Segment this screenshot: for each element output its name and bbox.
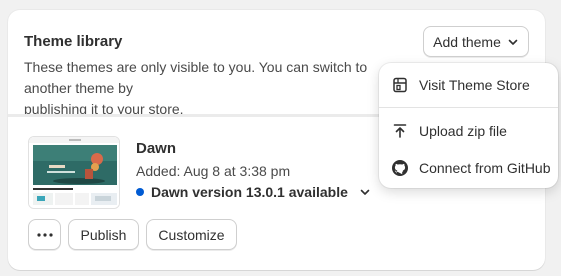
customize-button[interactable]: Customize bbox=[146, 219, 237, 250]
chevron-down-icon bbox=[508, 39, 518, 45]
menu-item-connect-github[interactable]: Connect from GitHub bbox=[379, 151, 558, 185]
card-description: These themes are only visible to you. Yo… bbox=[24, 59, 368, 117]
menu-item-label: Upload zip file bbox=[419, 123, 507, 139]
theme-preview-image bbox=[29, 137, 119, 208]
chevron-down-icon bbox=[360, 189, 370, 195]
theme-added-date: Added: Aug 8 at 3:38 pm bbox=[136, 163, 291, 179]
menu-item-upload-zip[interactable]: Upload zip file bbox=[379, 114, 558, 148]
publish-button[interactable]: Publish bbox=[68, 219, 139, 250]
menu-divider bbox=[379, 107, 558, 108]
menu-item-label: Connect from GitHub bbox=[419, 160, 551, 176]
add-theme-button[interactable]: Add theme bbox=[423, 26, 529, 57]
store-icon bbox=[393, 77, 407, 93]
more-actions-button[interactable] bbox=[28, 219, 61, 250]
menu-item-label: Visit Theme Store bbox=[419, 77, 530, 93]
version-status-label: Dawn version 13.0.1 available bbox=[151, 184, 348, 200]
upload-icon bbox=[393, 124, 407, 138]
card-title: Theme library bbox=[24, 33, 123, 50]
status-dot bbox=[136, 188, 144, 196]
github-icon bbox=[392, 160, 408, 176]
theme-version-status[interactable]: Dawn version 13.0.1 available bbox=[136, 184, 371, 200]
theme-thumbnail bbox=[28, 136, 120, 209]
menu-item-visit-theme-store[interactable]: Visit Theme Store bbox=[379, 68, 558, 102]
ellipsis-icon bbox=[36, 232, 53, 237]
add-theme-label: Add theme bbox=[433, 33, 501, 50]
theme-name: Dawn bbox=[136, 140, 177, 157]
add-theme-dropdown: Visit Theme Store Upload zip file Connec… bbox=[379, 63, 558, 188]
